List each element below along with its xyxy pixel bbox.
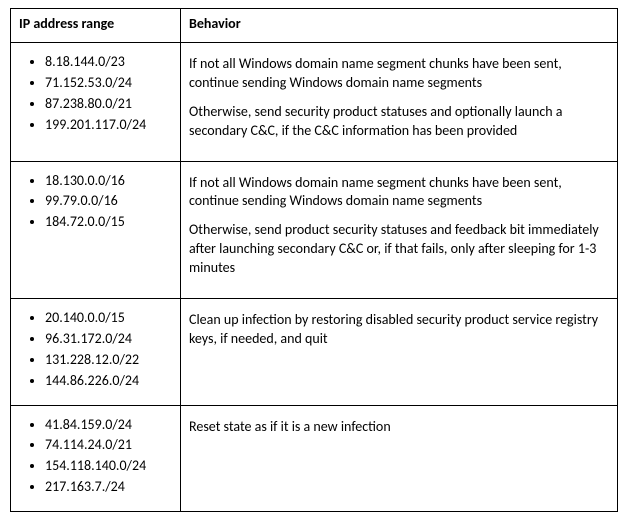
ip-list: 8.18.144.0/23 71.152.53.0/24 87.238.80.0…	[19, 53, 172, 135]
list-item: 87.238.80.0/21	[45, 95, 172, 114]
list-item: 99.79.0.0/16	[45, 192, 172, 211]
list-item: 41.84.159.0/24	[45, 416, 172, 435]
list-item: 20.140.0.0/15	[45, 309, 172, 328]
ip-behavior-table: IP address range Behavior 8.18.144.0/23 …	[10, 8, 618, 512]
cell-ip-range: 18.130.0.0/16 99.79.0.0/16 184.72.0.0/15	[11, 161, 181, 298]
list-item: 184.72.0.0/15	[45, 213, 172, 232]
list-item: 18.130.0.0/16	[45, 172, 172, 191]
list-item: 74.114.24.0/21	[45, 436, 172, 455]
list-item: 71.152.53.0/24	[45, 74, 172, 93]
list-item: 8.18.144.0/23	[45, 53, 172, 72]
cell-behavior: Clean up infection by restoring disabled…	[181, 299, 618, 406]
table-row: 18.130.0.0/16 99.79.0.0/16 184.72.0.0/15…	[11, 161, 618, 298]
cell-ip-range: 41.84.159.0/24 74.114.24.0/21 154.118.14…	[11, 405, 181, 512]
cell-ip-range: 8.18.144.0/23 71.152.53.0/24 87.238.80.0…	[11, 43, 181, 162]
table-row: 8.18.144.0/23 71.152.53.0/24 87.238.80.0…	[11, 43, 618, 162]
cell-behavior: If not all Windows domain name segment c…	[181, 161, 618, 298]
list-item: 217.163.7./24	[45, 478, 172, 497]
table-body: 8.18.144.0/23 71.152.53.0/24 87.238.80.0…	[11, 43, 618, 512]
ip-list: 20.140.0.0/15 96.31.172.0/24 131.228.12.…	[19, 309, 172, 391]
ip-list: 41.84.159.0/24 74.114.24.0/21 154.118.14…	[19, 416, 172, 498]
list-item: 144.86.226.0/24	[45, 372, 172, 391]
list-item: 96.31.172.0/24	[45, 330, 172, 349]
header-behavior: Behavior	[181, 9, 618, 43]
table-row: 41.84.159.0/24 74.114.24.0/21 154.118.14…	[11, 405, 618, 512]
behavior-paragraph: If not all Windows domain name segment c…	[189, 55, 609, 93]
document-page: IP address range Behavior 8.18.144.0/23 …	[0, 0, 628, 524]
cell-ip-range: 20.140.0.0/15 96.31.172.0/24 131.228.12.…	[11, 299, 181, 406]
header-ip-range: IP address range	[11, 9, 181, 43]
behavior-paragraph: Reset state as if it is a new infection	[189, 418, 609, 437]
list-item: 154.118.140.0/24	[45, 457, 172, 476]
table-header-row: IP address range Behavior	[11, 9, 618, 43]
table-row: 20.140.0.0/15 96.31.172.0/24 131.228.12.…	[11, 299, 618, 406]
behavior-paragraph: If not all Windows domain name segment c…	[189, 174, 609, 212]
list-item: 199.201.117.0/24	[45, 116, 172, 135]
behavior-paragraph: Clean up infection by restoring disabled…	[189, 311, 609, 349]
ip-list: 18.130.0.0/16 99.79.0.0/16 184.72.0.0/15	[19, 172, 172, 233]
cell-behavior: If not all Windows domain name segment c…	[181, 43, 618, 162]
behavior-paragraph: Otherwise, send security product statuse…	[189, 103, 609, 141]
cell-behavior: Reset state as if it is a new infection	[181, 405, 618, 512]
list-item: 131.228.12.0/22	[45, 351, 172, 370]
behavior-paragraph: Otherwise, send product security statuse…	[189, 221, 609, 278]
